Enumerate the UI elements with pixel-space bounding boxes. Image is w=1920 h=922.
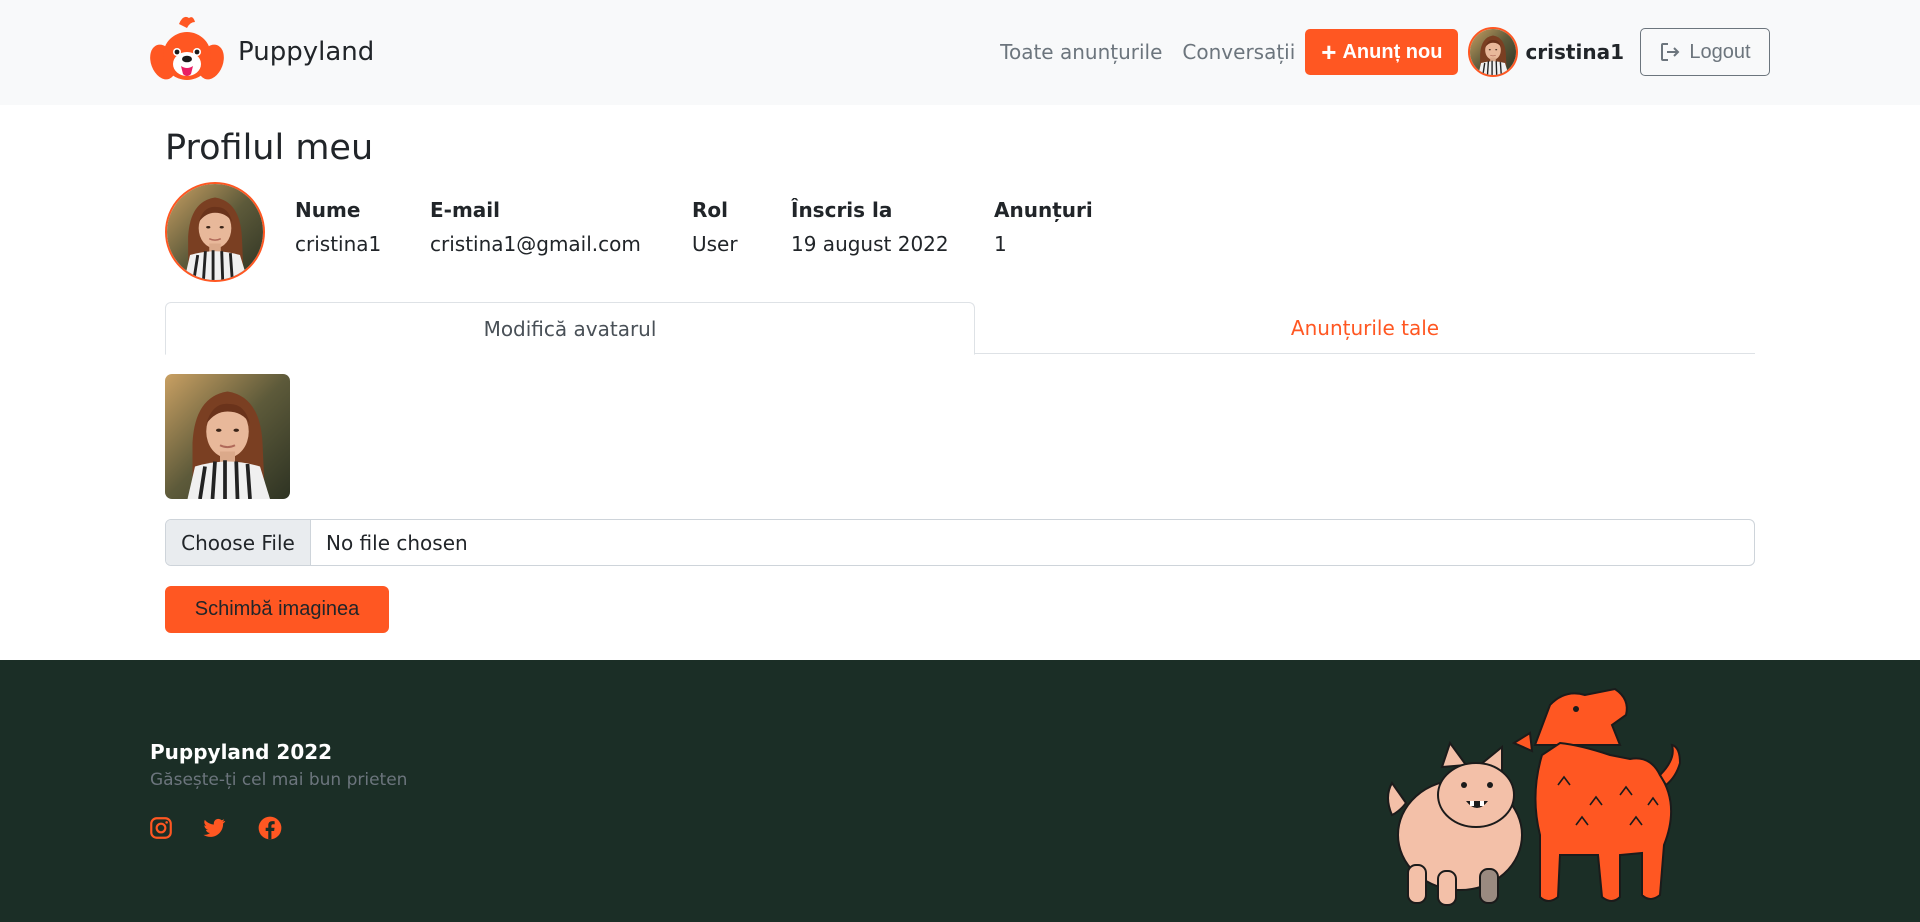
info-value: 1	[994, 232, 1007, 256]
nav-username: cristina1	[1525, 40, 1624, 64]
brand-name: Puppyland	[238, 37, 375, 67]
file-status-text: No file chosen	[326, 530, 468, 555]
change-image-button[interactable]: Schimbă imaginea	[165, 586, 389, 633]
info-value: cristina1	[295, 232, 382, 256]
tab-change-avatar[interactable]: Modifică avatarul	[165, 302, 975, 355]
nav-conversations-link[interactable]: Conversații	[1182, 40, 1295, 64]
info-value: User	[692, 232, 738, 256]
tab-your-ads[interactable]: Anunțurile tale	[975, 302, 1755, 354]
info-joined: Înscris la 19 august 2022	[791, 198, 949, 256]
info-email: E-mail cristina1@gmail.com	[430, 198, 641, 256]
footer-title: Puppyland 2022	[150, 740, 333, 764]
logout-icon	[1661, 43, 1680, 61]
info-ads-count: Anunțuri 1	[994, 198, 1093, 256]
profile-tabs: Modifică avatarul Anunțurile tale	[165, 302, 1755, 355]
avatar	[1468, 27, 1519, 77]
page-title: Profilul meu	[165, 128, 374, 168]
info-value: cristina1@gmail.com	[430, 232, 641, 256]
info-value: 19 august 2022	[791, 232, 949, 256]
new-ad-label: Anunț nou	[1342, 40, 1443, 63]
twitter-icon[interactable]	[201, 815, 227, 841]
logout-button[interactable]: Logout	[1640, 28, 1770, 76]
info-label: Nume	[295, 198, 361, 222]
info-label: E-mail	[430, 198, 501, 222]
nav-all-ads-link[interactable]: Toate anunțurile	[1000, 40, 1162, 64]
facebook-icon[interactable]	[257, 815, 283, 841]
info-label: Anunțuri	[994, 198, 1093, 222]
user-menu[interactable]: cristina1	[1468, 27, 1624, 77]
new-ad-button[interactable]: + Anunț nou	[1305, 29, 1459, 75]
logout-label: Logout	[1689, 40, 1751, 63]
profile-avatar	[165, 182, 265, 282]
nav-links: Toate anunțurile Conversații + Anunț nou…	[1000, 27, 1770, 77]
footer-tagline: Găsește-ți cel mai bun prieten	[150, 770, 408, 790]
info-name: Nume cristina1	[295, 198, 381, 256]
choose-file-button[interactable]: Choose File	[166, 520, 311, 565]
dogs-illustration	[1387, 687, 1682, 906]
footer: Puppyland 2022 Găsește-ți cel mai bun pr…	[0, 660, 1920, 922]
info-role: Rol User	[692, 198, 738, 256]
puppy-logo-icon	[150, 16, 224, 80]
plus-icon: +	[1321, 37, 1337, 67]
avatar-preview-image	[165, 374, 290, 499]
instagram-icon[interactable]	[148, 815, 174, 841]
file-input[interactable]: Choose File No file chosen	[165, 519, 1755, 566]
navbar: Puppyland Toate anunțurile Conversații +…	[0, 0, 1920, 105]
info-label: Înscris la	[791, 198, 893, 222]
info-label: Rol	[692, 198, 728, 222]
brand-link[interactable]: Puppyland	[149, 14, 374, 90]
